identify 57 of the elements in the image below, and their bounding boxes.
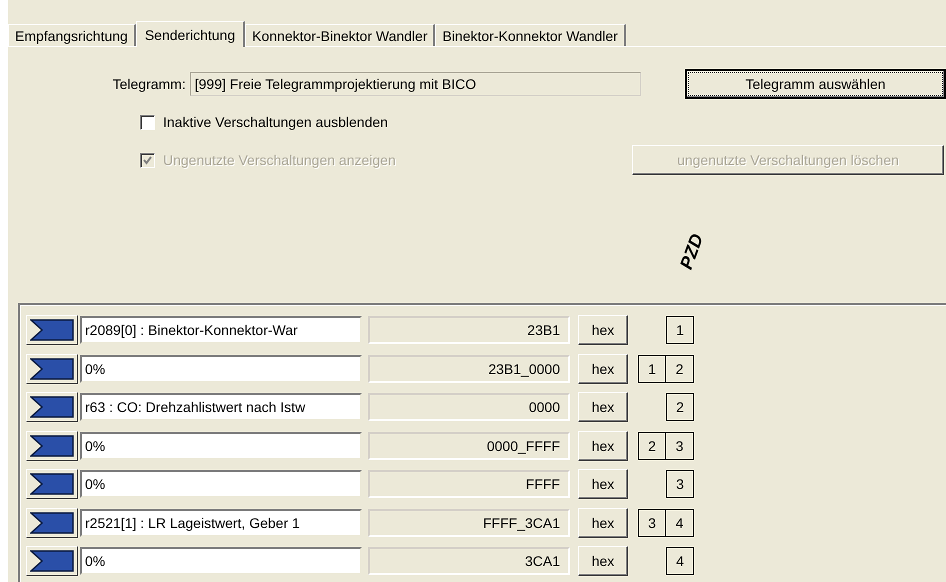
tab[interactable]: Binektor-Konnektor Wandler [435, 24, 626, 46]
value-field: 23B1_0000 [368, 354, 570, 383]
value-field: 0000_FFFF [368, 432, 570, 460]
connector-button[interactable] [26, 546, 78, 576]
check-icon [142, 154, 153, 166]
connector-icon [30, 396, 74, 418]
source-field[interactable]: r2089[0] : Binektor-Konnektor-War [80, 316, 362, 344]
pzd-header: PZD [676, 231, 708, 272]
connector-icon [30, 512, 74, 534]
format-button[interactable]: hex [578, 392, 628, 422]
pzd-number: 2 [638, 432, 666, 460]
pzd-number: 4 [666, 508, 694, 537]
pzd-number: 1 [638, 354, 666, 383]
connector-icon [30, 434, 74, 457]
connector-icon [30, 550, 74, 572]
connector-button[interactable] [26, 508, 78, 538]
value-field: FFFF_3CA1 [368, 508, 570, 537]
format-button[interactable]: hex [578, 430, 628, 461]
tab[interactable]: Empfangsrichtung [8, 24, 136, 46]
pzd-number: 3 [666, 432, 694, 460]
connector-button[interactable] [26, 392, 78, 422]
telegram-field: [999] Freie Telegrammprojektierung mit BICO [190, 72, 642, 96]
format-button[interactable]: hex [578, 469, 628, 500]
value-field: 0000 [368, 393, 570, 422]
connector-button[interactable] [26, 315, 78, 346]
source-field[interactable]: r2521[1] : LR Lageistwert, Geber 1 [80, 508, 362, 537]
connector-button[interactable] [26, 430, 78, 461]
tab[interactable]: Konnektor-Binektor Wandler [245, 24, 436, 46]
telegram-label: Telegramm: [112, 76, 187, 92]
connector-button[interactable] [26, 469, 78, 500]
connector-button[interactable] [26, 354, 78, 384]
value-field: 23B1 [368, 316, 570, 344]
source-field[interactable]: 0% [80, 547, 362, 576]
format-button[interactable]: hex [578, 315, 628, 346]
pzd-number: 3 [638, 508, 666, 537]
connector-icon [30, 319, 74, 342]
source-field[interactable]: 0% [80, 354, 362, 383]
format-button[interactable]: hex [578, 508, 628, 538]
source-field[interactable]: 0% [80, 432, 362, 460]
value-field: FFFF [368, 470, 570, 498]
source-field[interactable]: 0% [80, 470, 362, 498]
pzd-number: 2 [666, 393, 694, 422]
source-field[interactable]: r63 : CO: Drehzahlistwert nach Istw [80, 393, 362, 422]
format-button[interactable]: hex [578, 546, 628, 576]
checkbox[interactable] [140, 114, 155, 130]
pzd-number: 1 [666, 316, 694, 344]
connector-icon [30, 473, 74, 496]
checkbox-label: Inaktive Verschaltungen ausblenden [163, 114, 388, 130]
pzd-number: 2 [666, 354, 694, 383]
pzd-number: 3 [666, 470, 694, 498]
format-button[interactable]: hex [578, 354, 628, 384]
pzd-number: 4 [666, 547, 694, 576]
tab[interactable]: Senderichtung [136, 21, 246, 47]
select-telegram-button[interactable]: Telegramm auswählen [685, 69, 946, 99]
value-field: 3CA1 [368, 547, 570, 576]
connector-icon [30, 358, 74, 380]
checkbox-label: Ungenutzte Verschaltungen anzeigen [163, 152, 396, 168]
